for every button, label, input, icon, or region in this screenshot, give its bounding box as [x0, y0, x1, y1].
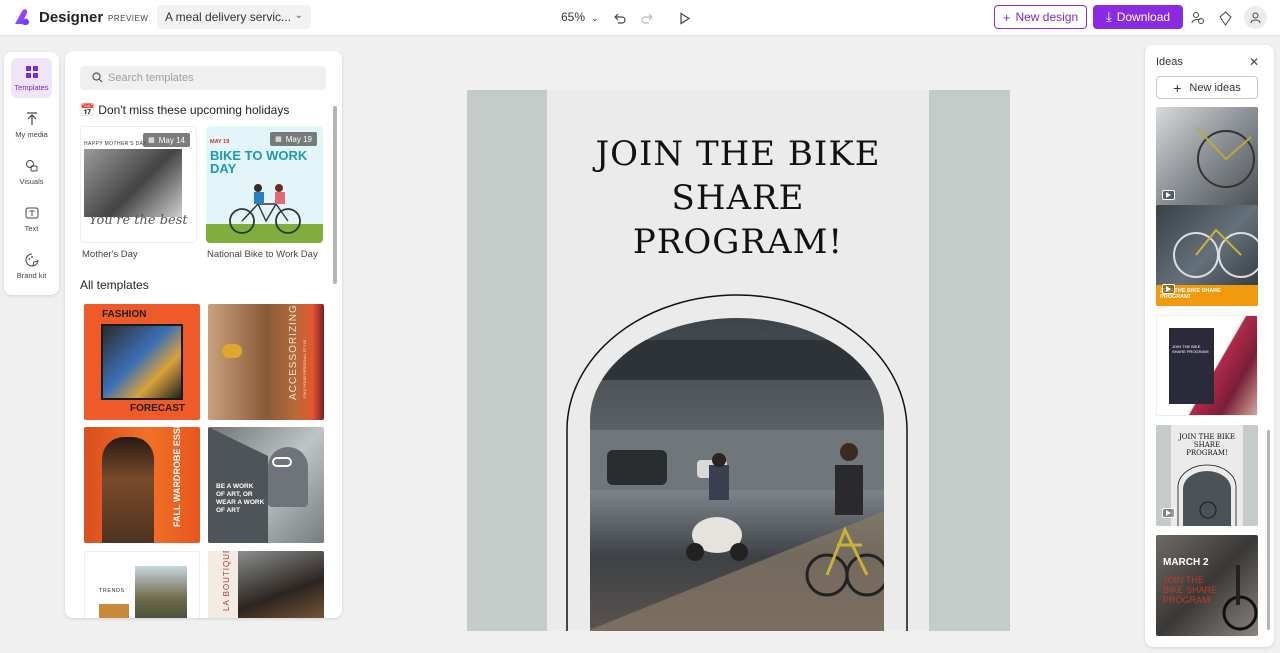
- close-icon: ✕: [1249, 55, 1260, 69]
- scooter-photo: [1222, 565, 1258, 631]
- chevron-down-icon: ⌄: [294, 10, 303, 21]
- calendar-icon: ▦: [148, 137, 155, 144]
- redo-icon: [640, 13, 653, 24]
- holiday-card-mothers-day[interactable]: HAPPY MOTHER'S DAY You're the best ▦ May …: [80, 126, 197, 243]
- close-button[interactable]: ✕: [1249, 55, 1259, 69]
- templates-scrollbar[interactable]: [333, 106, 337, 284]
- zoom-level: 65%: [561, 10, 586, 24]
- undo-button[interactable]: [609, 8, 629, 28]
- search-box[interactable]: [80, 66, 326, 90]
- sunglasses-shape: [272, 457, 292, 467]
- new-ideas-button[interactable]: + New ideas: [1156, 76, 1258, 99]
- bike-street-photo: [590, 318, 884, 631]
- date-badge: ▦ May 14: [143, 133, 190, 147]
- rail-item-my-media[interactable]: My media: [11, 105, 52, 145]
- diamond-bell-icon: [1218, 10, 1232, 26]
- preview-badge: PREVIEW: [108, 14, 149, 23]
- holiday-caption: Mother's Day: [82, 249, 138, 260]
- templates-icon: [25, 66, 38, 78]
- fashion-photo: [101, 324, 183, 400]
- quote-text: BE A WORK OF ART, OR WEAR A WORK OF ART: [216, 483, 265, 514]
- idea-caption: JOIN THE BIKE SHARE PROGRAM!: [1163, 575, 1218, 605]
- idea-caption: JOIN THE BIKE SHARE PROGRAM!: [1172, 344, 1209, 354]
- idea-card[interactable]: [1156, 107, 1258, 208]
- plus-icon: +: [1173, 79, 1182, 96]
- top-bar: Designer PREVIEW A meal delivery servic.…: [0, 0, 1280, 36]
- idea-date: MARCH 2: [1163, 557, 1209, 568]
- premium-button[interactable]: [1215, 8, 1235, 28]
- zoom-dropdown[interactable]: 65% ⌄: [561, 10, 599, 24]
- tandem-bike-illustration: [206, 184, 323, 243]
- landscape-photo: [135, 566, 187, 618]
- rail-item-templates[interactable]: Templates: [11, 58, 52, 98]
- card-title: BIKE TO WORK DAY: [210, 148, 308, 176]
- idea-card[interactable]: JOIN THE BIKE SHARE PROGRAM!: [1156, 315, 1258, 416]
- plus-icon: +: [1002, 9, 1011, 25]
- ideas-panel: Ideas ✕ + New ideas JOIN THE BIKE SHARE P…: [1145, 45, 1274, 647]
- woman-photo: [238, 551, 324, 618]
- document-name: A meal delivery servic...: [165, 10, 292, 24]
- video-icon: [1162, 284, 1175, 294]
- download-button[interactable]: ⤓ Download: [1093, 5, 1183, 29]
- person-icon: [1250, 12, 1261, 24]
- share-button[interactable]: [1188, 8, 1208, 28]
- arch-photo-frame: [566, 294, 908, 631]
- card-top-text: MAY 19: [210, 139, 230, 145]
- template-trends[interactable]: TRENDS: [84, 551, 200, 618]
- bicycle-photo: [1173, 228, 1258, 278]
- redo-button[interactable]: [637, 8, 657, 28]
- search-input[interactable]: [108, 70, 318, 86]
- rail-item-brand-kit[interactable]: Brand kit: [11, 246, 52, 286]
- designer-logo-icon: [15, 9, 29, 26]
- rail-item-text[interactable]: Text: [11, 199, 52, 239]
- date-badge: ▦ May 19: [270, 132, 317, 146]
- play-icon: [679, 11, 690, 25]
- play-preview-button[interactable]: [674, 8, 694, 28]
- undo-icon: [613, 13, 626, 24]
- video-icon: [1162, 190, 1175, 200]
- new-design-button[interactable]: + New design: [994, 5, 1087, 29]
- sunglasses-shape: [222, 344, 242, 358]
- holidays-heading: 📅 Don't miss these upcoming holidays: [80, 103, 290, 117]
- search-icon: [92, 72, 103, 83]
- bicycle-photo: [1195, 126, 1255, 188]
- video-icon: [1162, 508, 1175, 518]
- ideas-scrollbar[interactable]: [1267, 430, 1270, 630]
- visuals-icon: [25, 160, 37, 172]
- dark-panel: [1169, 328, 1214, 404]
- idea-card[interactable]: MARCH 2 JOIN THE BIKE SHARE PROGRAM!: [1156, 535, 1258, 636]
- brand-kit-icon: [25, 253, 38, 267]
- left-rail: Templates My media Visuals Text Brand ki…: [4, 52, 59, 295]
- template-accessorizing[interactable]: ACCESSORIZING FIND YOUR PERSONAL STYLE: [208, 304, 324, 420]
- chevron-down-icon: ⌄: [591, 13, 599, 23]
- account-avatar[interactable]: [1244, 6, 1267, 29]
- template-fall-wardrobe[interactable]: FALL WARDROBE ESSENTIALS: [84, 427, 200, 543]
- template-fashion-forecast[interactable]: FASHION FORECAST: [84, 304, 200, 420]
- holiday-card-bike-to-work[interactable]: MAY 19 BIKE TO WORK DAY ▦ May 19: [206, 126, 323, 243]
- holiday-caption: National Bike to Work Day: [207, 249, 318, 260]
- template-la-boutique[interactable]: LA BOUTIQUE: [208, 551, 324, 618]
- card-script-text: You're the best: [89, 213, 188, 228]
- templates-panel: 📅 Don't miss these upcoming holidays HAP…: [65, 51, 342, 618]
- ideas-title: Ideas: [1156, 56, 1183, 68]
- template-work-of-art[interactable]: BE A WORK OF ART, OR WEAR A WORK OF ART: [208, 427, 324, 543]
- mother-baby-photo: [84, 149, 182, 217]
- model-silhouette: [102, 437, 154, 543]
- rail-item-visuals[interactable]: Visuals: [11, 152, 52, 192]
- document-name-dropdown[interactable]: A meal delivery servic... ⌄: [157, 5, 311, 29]
- design-canvas[interactable]: JOIN THE BIKE SHARE PROGRAM!: [467, 90, 1010, 631]
- app-title: Designer: [39, 9, 104, 26]
- landscape-photo: [99, 604, 129, 618]
- hijab-figure: [268, 447, 308, 507]
- share-people-icon: [1191, 11, 1204, 24]
- idea-card[interactable]: JOIN THE BIKE SHARE PROGRAM!: [1156, 425, 1258, 526]
- calendar-icon: ▦: [275, 136, 282, 143]
- download-icon: ⤓: [1105, 9, 1112, 24]
- text-icon: [25, 207, 38, 219]
- upload-icon: [26, 112, 37, 125]
- all-templates-heading: All templates: [80, 278, 149, 292]
- card-top-text: HAPPY MOTHER'S DAY: [84, 141, 147, 147]
- idea-card[interactable]: JOIN THE BIKE SHARE PROGRAM!: [1156, 205, 1258, 306]
